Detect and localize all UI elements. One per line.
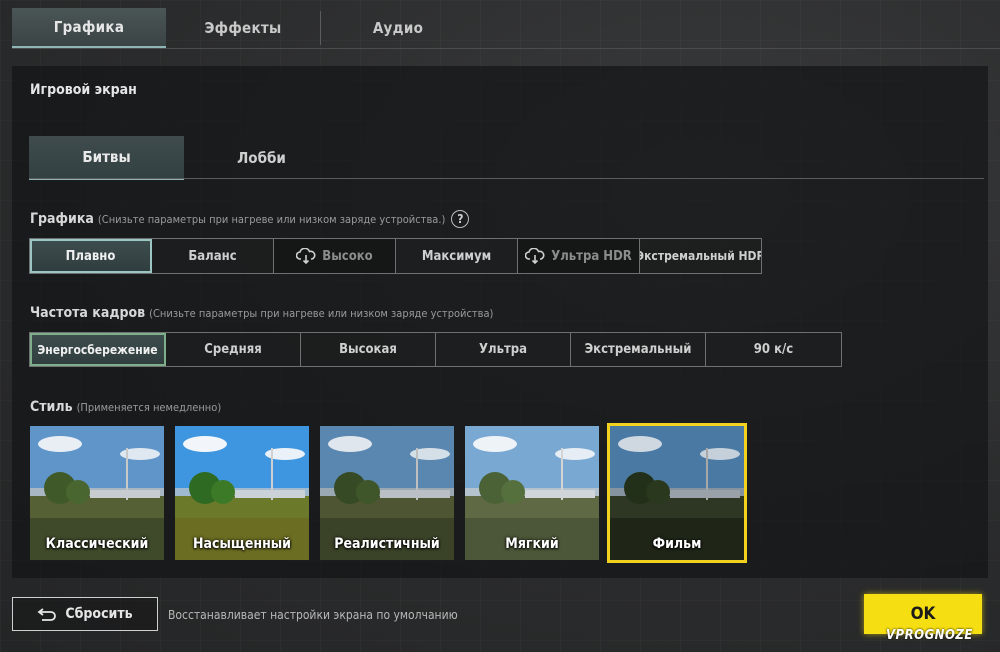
style-label-row: Стиль (Применяется немедленно) [30,399,221,415]
style-card-film[interactable]: Фильм [607,423,747,563]
framerate-selector: Энергосбережение Средняя Высокая Ультра … [29,332,842,367]
top-tabs: Графика Эффекты Аудио [12,8,475,48]
graphics-option-high-label: Высоко [322,248,373,264]
tab-audio[interactable]: Аудио [321,8,475,48]
graphics-quality-selector: Плавно Баланс Высоко Максимум Ультра HDR… [29,238,762,274]
framerate-option-high[interactable]: Высокая [301,333,436,366]
style-card-label: Классический [45,536,149,552]
style-card-label: Фильм [652,536,702,552]
tab-graphics[interactable]: Графика [12,8,166,48]
cloud-download-icon [525,248,545,264]
graphics-option-ultra-hdr-label: Ультра HDR [551,248,632,264]
sub-tabs: Битвы Лобби [29,136,339,180]
style-card-saturated[interactable]: Насыщенный [175,426,309,560]
sub-tabs-underline [29,178,984,179]
framerate-label-row: Частота кадров (Снизьте параметры при на… [30,305,493,321]
style-card-label: Насыщенный [193,536,291,552]
subtab-battles[interactable]: Битвы [29,136,184,180]
style-card-label: Реалистичный [334,536,440,552]
framerate-hint: (Снизьте параметры при нагреве или низко… [149,306,494,320]
cloud-download-icon [296,248,316,264]
reset-button-label: Сбросить [65,606,133,622]
style-cards: Классический Насыщенный Реалистичный Мяг… [30,423,747,563]
help-icon[interactable]: ? [451,210,470,228]
graphics-option-ultra-hdr[interactable]: Ультра HDR [518,239,640,273]
graphics-option-high[interactable]: Высоко [274,239,396,273]
style-card-classic[interactable]: Классический [30,426,164,560]
subtab-lobby[interactable]: Лобби [184,136,339,180]
graphics-option-max[interactable]: Максимум [396,239,518,273]
style-hint: (Применяется немедленно) [76,400,222,414]
style-card-realistic[interactable]: Реалистичный [320,426,454,560]
style-card-soft[interactable]: Мягкий [465,426,599,560]
graphics-option-smooth[interactable]: Плавно [30,239,152,273]
section-title: Игровой экран [30,82,137,98]
graphics-hint: (Снизьте параметры при нагреве или низко… [97,212,446,226]
tab-effects[interactable]: Эффекты [166,8,320,48]
framerate-option-extreme[interactable]: Экстремальный [571,333,706,366]
top-tabs-underline [12,48,1000,49]
framerate-option-90fps[interactable]: 90 к/с [706,333,841,366]
watermark: VPROGNOZE [886,628,973,643]
reset-description: Восстанавливает настройки экрана по умол… [168,608,458,622]
framerate-option-medium[interactable]: Средняя [166,333,301,366]
style-label: Стиль [30,399,73,415]
graphics-option-balanced[interactable]: Баланс [152,239,274,273]
graphics-label: Графика [30,211,94,227]
reset-button[interactable]: Сбросить [12,597,158,631]
framerate-option-power-saving[interactable]: Энергосбережение [30,333,166,366]
framerate-label: Частота кадров [30,305,146,321]
undo-icon [37,607,57,621]
style-card-label: Мягкий [505,536,559,552]
framerate-option-ultra[interactable]: Ультра [436,333,571,366]
graphics-label-row: Графика (Снизьте параметры при нагреве и… [30,210,470,228]
graphics-option-extreme-hdr[interactable]: Экстремальный HDR [640,239,761,273]
